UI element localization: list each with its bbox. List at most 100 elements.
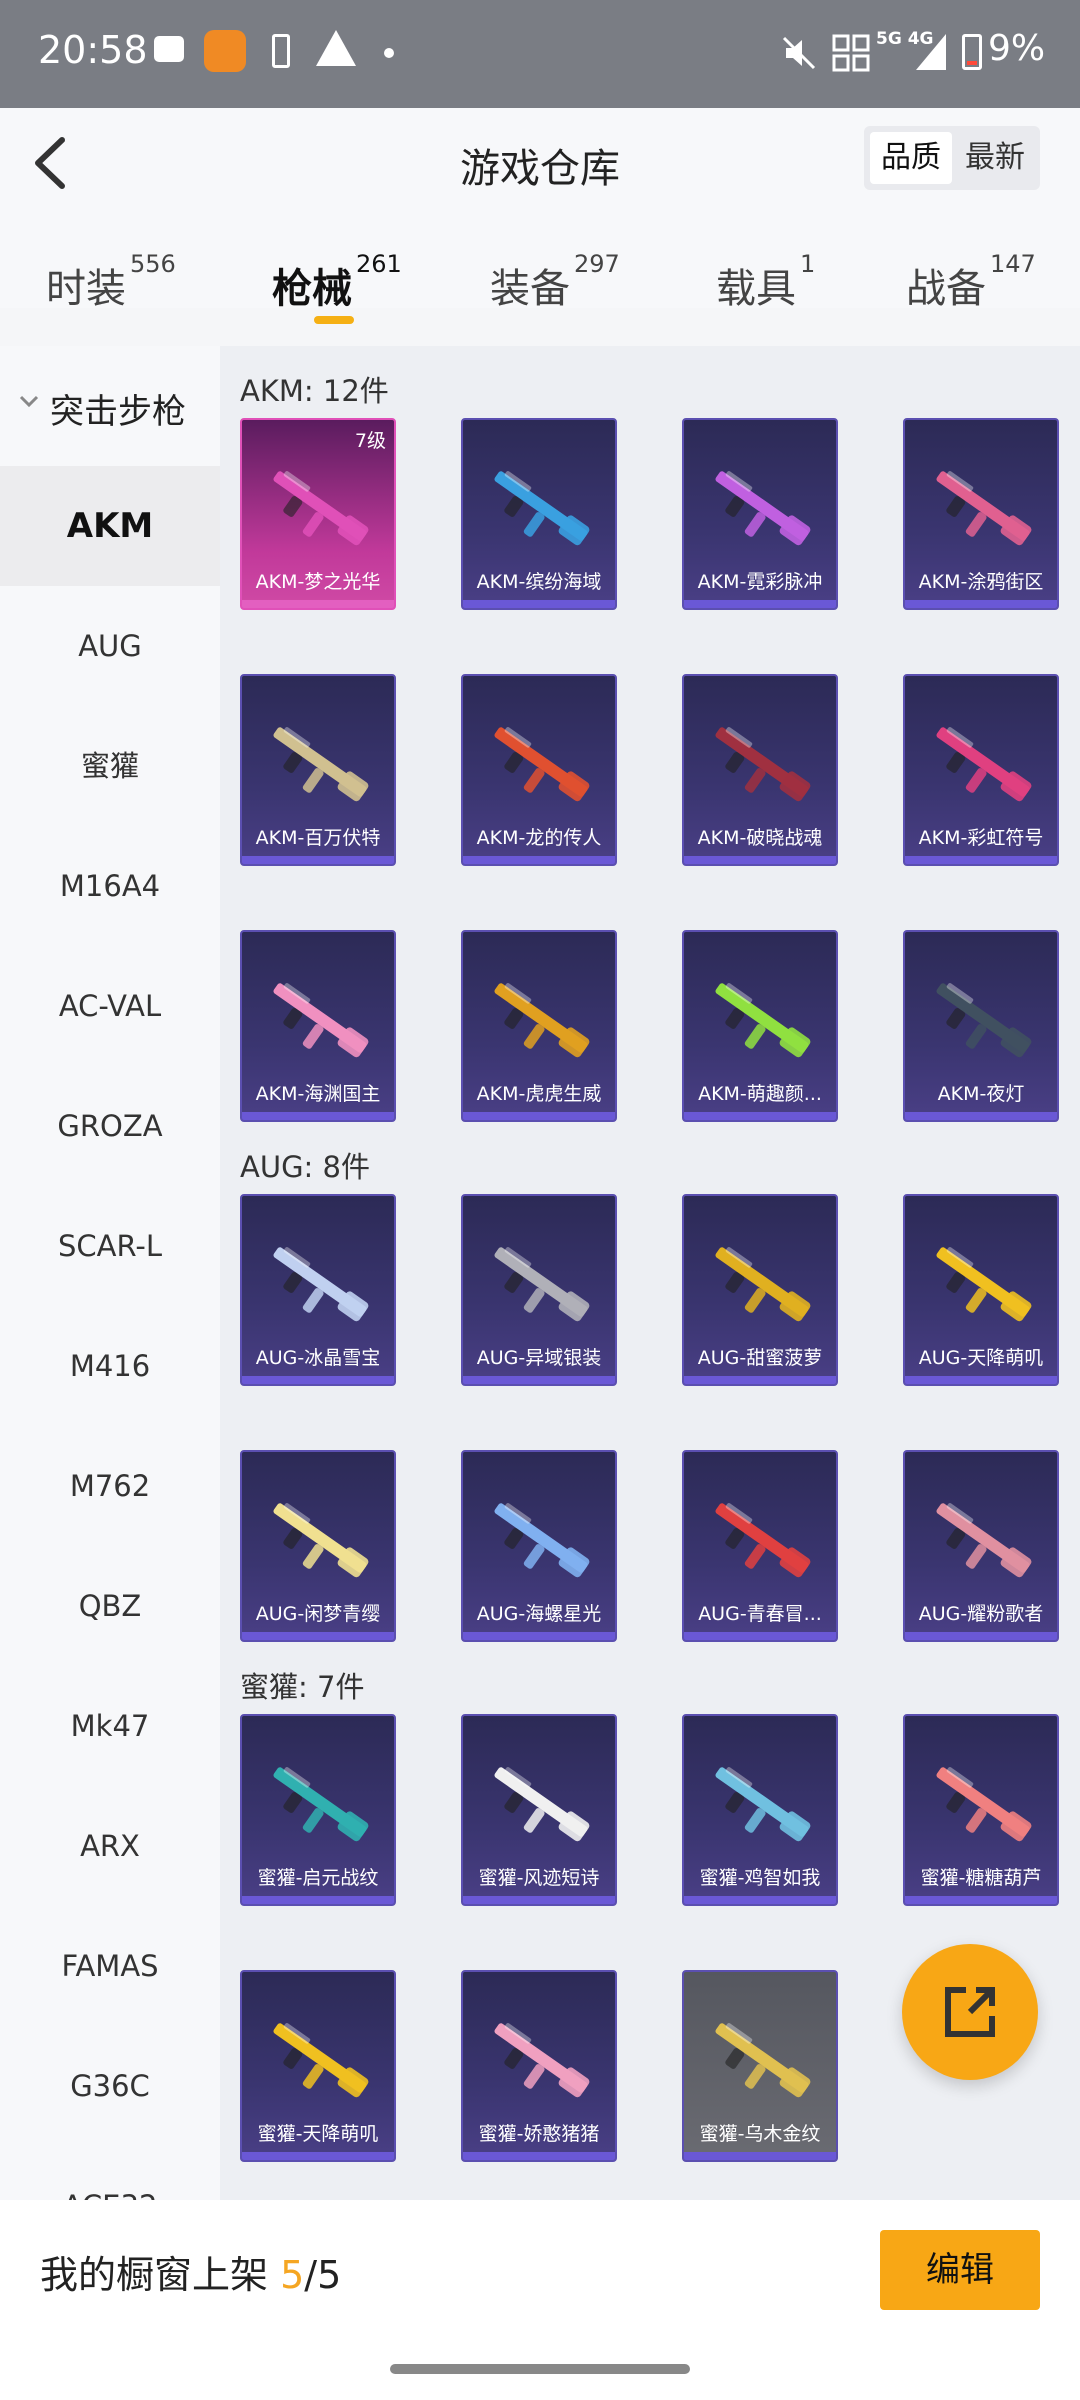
status-time: 20:58 bbox=[38, 28, 148, 72]
skin-name: AKM-梦之光华 bbox=[255, 571, 381, 593]
skin-name: AKM-夜灯 bbox=[937, 1083, 1025, 1105]
skin-card[interactable]: AUG-异域银装 bbox=[461, 1194, 617, 1386]
sidebar-item-g36c[interactable]: G36C bbox=[0, 2026, 220, 2146]
skin-card[interactable]: 蜜獾-乌木金纹 bbox=[682, 1970, 838, 2162]
rarity-bar bbox=[905, 1112, 1057, 1120]
skin-name: 蜜獾-糖糖葫芦 bbox=[920, 1867, 1042, 1889]
skin-name: 蜜獾-鸡智如我 bbox=[699, 1867, 821, 1889]
signal-icon bbox=[916, 34, 946, 70]
skin-card[interactable]: AKM-破晓战魂 bbox=[682, 674, 838, 866]
skin-card[interactable]: AKM-霓彩脉冲 bbox=[682, 418, 838, 610]
tab-vehicles[interactable]: 载具1 bbox=[716, 250, 815, 326]
skin-card[interactable]: AKM-萌趣颜... bbox=[682, 930, 838, 1122]
rarity-bar bbox=[242, 1896, 394, 1904]
sort-toggle: 品质 最新 bbox=[864, 126, 1040, 190]
rarity-bar bbox=[684, 600, 836, 608]
skin-card[interactable]: AKM-夜灯 bbox=[903, 930, 1059, 1122]
skin-card[interactable]: AUG-天降萌叽 bbox=[903, 1194, 1059, 1386]
skin-card[interactable]: AKM-彩虹符号 bbox=[903, 674, 1059, 866]
weapon-skin-icon bbox=[494, 1503, 590, 1578]
chevron-down-icon bbox=[19, 395, 39, 408]
skin-card[interactable]: AKM-涂鸦街区 bbox=[903, 418, 1059, 610]
home-indicator[interactable] bbox=[390, 2364, 690, 2374]
tab-fashion[interactable]: 时装556 bbox=[46, 250, 176, 326]
skin-card[interactable]: AKM-龙的传人 bbox=[461, 674, 617, 866]
rarity-bar bbox=[242, 1112, 394, 1120]
skin-card[interactable]: 蜜獾-鸡智如我 bbox=[682, 1714, 838, 1906]
skin-name: AUG-青春冒... bbox=[698, 1603, 822, 1625]
skin-name: AKM-彩虹符号 bbox=[918, 827, 1044, 849]
skin-card[interactable]: AUG-海螺星光 bbox=[461, 1450, 617, 1642]
sidebar-item-qbz[interactable]: QBZ bbox=[0, 1546, 220, 1666]
rarity-bar bbox=[905, 856, 1057, 864]
sidebar-item-famas[interactable]: FAMAS bbox=[0, 1906, 220, 2026]
tab-gear[interactable]: 战备147 bbox=[906, 250, 1036, 326]
weapon-skin-icon bbox=[715, 727, 811, 802]
skin-card[interactable]: AUG-青春冒... bbox=[682, 1450, 838, 1642]
weapon-skin-icon bbox=[494, 983, 590, 1058]
skin-name: AKM-百万伏特 bbox=[255, 827, 381, 849]
sidebar-item-ace32[interactable]: ACE32 bbox=[0, 2146, 220, 2200]
status-bar: 20:58 5G 4G 9% bbox=[0, 0, 1080, 108]
skin-card[interactable]: 蜜獾-启元战纹 bbox=[240, 1714, 396, 1906]
sidebar-item-aug[interactable]: AUG bbox=[0, 586, 220, 706]
skin-name: AKM-缤纷海域 bbox=[476, 571, 602, 593]
skin-card[interactable]: 蜜獾-天降萌叽 bbox=[240, 1970, 396, 2162]
sidebar-item-m762[interactable]: M762 bbox=[0, 1426, 220, 1546]
skin-card[interactable]: AUG-冰晶雪宝 bbox=[240, 1194, 396, 1386]
skin-name: AUG-闲梦青缨 bbox=[255, 1603, 381, 1625]
sidebar-item-[interactable]: 蜜獾 bbox=[0, 706, 220, 826]
sidebar-item-akm[interactable]: AKM bbox=[0, 466, 220, 586]
weapon-sidebar: 突击步枪 AKM AUG 蜜獾 M16A4 AC-VAL GROZA SCAR-L M416 M… bbox=[0, 346, 220, 2200]
sort-quality-button[interactable]: 品质 bbox=[870, 132, 952, 184]
weapon-skin-icon bbox=[936, 1247, 1032, 1322]
skin-name: AUG-海螺星光 bbox=[476, 1603, 602, 1625]
share-button[interactable] bbox=[902, 1944, 1038, 2080]
weapon-skin-icon bbox=[494, 471, 590, 546]
showcase-bar: 我的橱窗上架 5/5 编辑 bbox=[0, 2200, 1080, 2338]
rarity-bar bbox=[905, 1896, 1057, 1904]
tab-label: 枪械 bbox=[272, 266, 352, 312]
skin-card[interactable]: 蜜獾-糖糖葫芦 bbox=[903, 1714, 1059, 1906]
skin-card[interactable]: AUG-闲梦青缨 bbox=[240, 1450, 396, 1642]
edit-button[interactable]: 编辑 bbox=[880, 2230, 1040, 2310]
weapon-skin-icon bbox=[273, 983, 369, 1058]
skin-card[interactable]: 蜜獾-风迹短诗 bbox=[461, 1714, 617, 1906]
weapon-skin-icon bbox=[273, 1247, 369, 1322]
weapon-skin-icon bbox=[494, 1767, 590, 1842]
skin-card[interactable]: AUG-甜蜜菠萝 bbox=[682, 1194, 838, 1386]
sidebar-category-assault-rifles[interactable]: 突击步枪 bbox=[0, 346, 220, 466]
sidebar-item-groza[interactable]: GROZA bbox=[0, 1066, 220, 1186]
tab-equipment[interactable]: 装备297 bbox=[490, 250, 620, 326]
showcase-total: /5 bbox=[304, 2253, 342, 2297]
skin-card[interactable]: AKM-虎虎生威 bbox=[461, 930, 617, 1122]
skin-card[interactable]: 7级 AKM-梦之光华 bbox=[240, 418, 396, 610]
sidebar-item-arx[interactable]: ARX bbox=[0, 1786, 220, 1906]
weapon-skin-icon bbox=[936, 1503, 1032, 1578]
weapon-skin-icon bbox=[494, 727, 590, 802]
skin-card[interactable]: AKM-百万伏特 bbox=[240, 674, 396, 866]
skin-card[interactable]: 蜜獾-娇憨猪猪 bbox=[461, 1970, 617, 2162]
skin-card[interactable]: AKM-缤纷海域 bbox=[461, 418, 617, 610]
sidebar-item-acval[interactable]: AC-VAL bbox=[0, 946, 220, 1066]
skin-name: AKM-龙的传人 bbox=[476, 827, 602, 849]
skin-name: AUG-耀粉歌者 bbox=[918, 1603, 1044, 1625]
skin-name: AUG-异域银装 bbox=[476, 1347, 602, 1369]
rarity-bar bbox=[684, 1376, 836, 1384]
sort-latest-button[interactable]: 最新 bbox=[954, 132, 1036, 184]
sidebar-item-scarl[interactable]: SCAR-L bbox=[0, 1186, 220, 1306]
sidebar-item-m16a4[interactable]: M16A4 bbox=[0, 826, 220, 946]
rarity-bar bbox=[684, 1896, 836, 1904]
sidebar-item-mk47[interactable]: Mk47 bbox=[0, 1666, 220, 1786]
message-icon bbox=[154, 36, 184, 62]
skin-card[interactable]: AUG-耀粉歌者 bbox=[903, 1450, 1059, 1642]
tab-label: 载具 bbox=[716, 266, 796, 312]
rarity-bar bbox=[684, 1112, 836, 1120]
skin-level-badge: 7级 bbox=[354, 430, 386, 452]
sidebar-item-m416[interactable]: M416 bbox=[0, 1306, 220, 1426]
skin-card[interactable]: AKM-海渊国主 bbox=[240, 930, 396, 1122]
tab-label: 装备 bbox=[490, 266, 570, 312]
weapon-skin-icon bbox=[715, 1247, 811, 1322]
tab-count: 297 bbox=[574, 250, 620, 278]
showcase-current: 5 bbox=[280, 2253, 305, 2297]
